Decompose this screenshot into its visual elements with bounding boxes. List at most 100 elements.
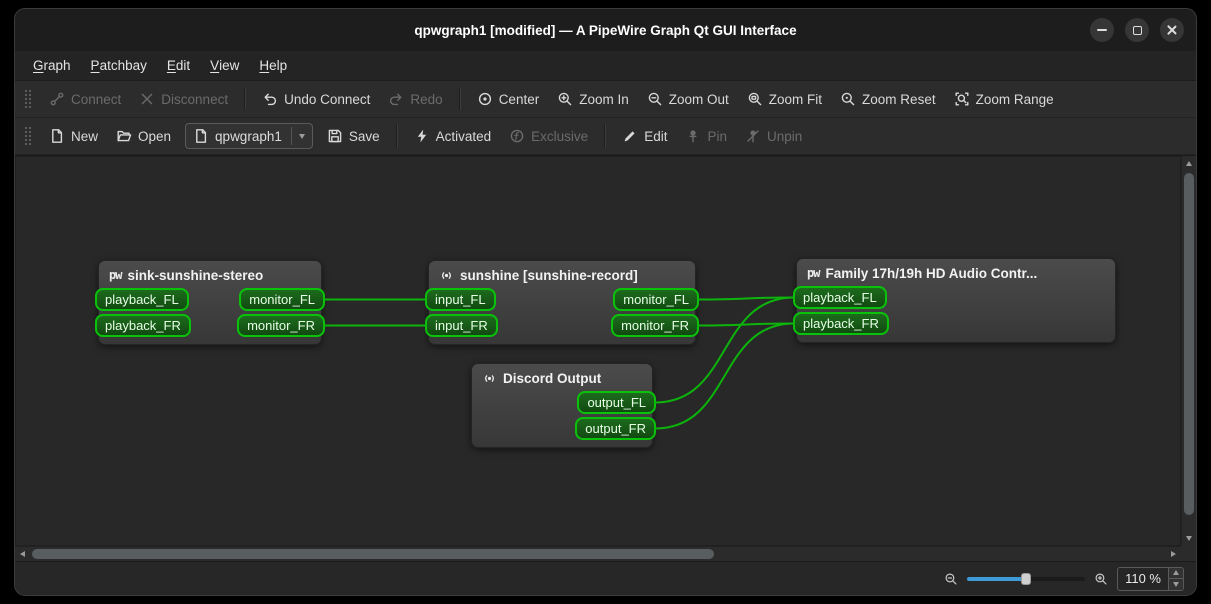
- node-header: pwFamily 17h/19h HD Audio Contr...: [797, 259, 1115, 286]
- wire-sunshine.monitor_FL-to-family-hd-audio.playback_FL[interactable]: [698, 298, 794, 300]
- maximize-button[interactable]: [1125, 18, 1149, 42]
- window-title: qpwgraph1 [modified] — A PipeWire Graph …: [414, 23, 796, 38]
- file-toolbar: NewOpenqpwgraph1SaveActivatedExclusiveEd…: [15, 118, 1196, 155]
- toolbar-button-save[interactable]: Save: [319, 123, 388, 149]
- port-playback_FL[interactable]: playback_FL: [793, 286, 887, 309]
- graph-canvas[interactable]: pwsink-sunshine-stereoplayback_FLplaybac…: [15, 156, 1181, 546]
- disconnect-icon: [139, 91, 155, 107]
- port-monitor_FL[interactable]: monitor_FL: [239, 288, 325, 311]
- unpin-icon: [745, 128, 761, 144]
- menu-bar: GraphPatchbayEditViewHelp: [15, 51, 1196, 81]
- zoom-slider-handle[interactable]: [1021, 573, 1031, 585]
- toolbar-button-label: Zoom Range: [976, 92, 1054, 107]
- port-playback_FL[interactable]: playback_FL: [95, 288, 189, 311]
- toolbar-button-zoom-range[interactable]: Zoom Range: [946, 86, 1062, 112]
- toolbar-button-redo: Redo: [380, 86, 450, 112]
- scroll-up-button[interactable]: [1182, 156, 1197, 171]
- toolbar-handle[interactable]: [24, 126, 32, 146]
- zoom-increment-button[interactable]: [1169, 568, 1183, 579]
- zoom-spinbox[interactable]: 110 %: [1117, 567, 1184, 591]
- zoom-in-icon: [557, 91, 573, 107]
- new-icon: [49, 128, 65, 144]
- port-output_FL[interactable]: output_FL: [577, 391, 656, 414]
- node-header: sunshine [sunshine-record]: [429, 261, 695, 288]
- toolbar-button-center[interactable]: Center: [469, 86, 548, 112]
- toolbar-button-unpin: Unpin: [737, 123, 810, 149]
- toolbar-button-zoom-in[interactable]: Zoom In: [549, 86, 637, 112]
- doc-icon: [193, 128, 209, 144]
- triangle-down-icon: [1186, 536, 1192, 541]
- port-input_FR[interactable]: input_FR: [425, 314, 498, 337]
- port-playback_FR[interactable]: playback_FR: [95, 314, 191, 337]
- close-icon: [1166, 24, 1178, 36]
- toolbar-button-label: Connect: [71, 92, 121, 107]
- menu-patchbay[interactable]: Patchbay: [81, 51, 157, 80]
- scroll-right-button[interactable]: [1166, 547, 1181, 562]
- scroll-left-button[interactable]: [15, 547, 30, 562]
- minimize-button[interactable]: [1090, 18, 1114, 42]
- graph-toolbar: Connect Disconnect Undo ConnectRedo Center Z…: [15, 81, 1196, 118]
- menu-help[interactable]: Help: [249, 51, 297, 80]
- toolbar-button-disconnect: Disconnect: [131, 86, 236, 112]
- zoom-value: 110 %: [1118, 568, 1168, 590]
- toolbar-button-label: New: [71, 129, 98, 144]
- port-input_FL[interactable]: input_FL: [425, 288, 496, 311]
- port-monitor_FR[interactable]: monitor_FR: [237, 314, 325, 337]
- toolbar-button-label: Pin: [707, 129, 727, 144]
- node-discord-output[interactable]: Discord Outputoutput_FLoutput_FR: [471, 363, 653, 448]
- connect-icon: [49, 91, 65, 107]
- toolbar-button-label: Unpin: [767, 129, 802, 144]
- scroll-down-button[interactable]: [1182, 531, 1197, 546]
- zoom-in-icon[interactable]: [1094, 572, 1108, 586]
- toolbar-button-open[interactable]: Open: [108, 123, 179, 149]
- port-output_FR[interactable]: output_FR: [575, 417, 656, 440]
- toolbar-button-new[interactable]: New: [41, 123, 106, 149]
- toolbar-handle[interactable]: [24, 89, 32, 109]
- toolbar-button-label: Save: [349, 129, 380, 144]
- toolbar-separator: [459, 88, 461, 110]
- port-monitor_FL[interactable]: monitor_FL: [613, 288, 699, 311]
- center-icon: [477, 91, 493, 107]
- zoom-slider[interactable]: [967, 571, 1085, 587]
- exclusive-icon: [509, 128, 525, 144]
- toolbar-button-zoom-fit[interactable]: Zoom Fit: [739, 86, 830, 112]
- zoom-decrement-button[interactable]: [1169, 578, 1183, 590]
- edit-icon: [622, 128, 638, 144]
- node-family-hd-audio[interactable]: pwFamily 17h/19h HD Audio Contr...playba…: [796, 258, 1116, 343]
- menu-view[interactable]: View: [200, 51, 249, 80]
- chevron-down-icon: [291, 127, 305, 145]
- close-button[interactable]: [1160, 18, 1184, 42]
- toolbar-button-zoom-reset[interactable]: Zoom Reset: [832, 86, 944, 112]
- toolbar-button-edit[interactable]: Edit: [614, 123, 675, 149]
- toolbar-button-label: Zoom Fit: [769, 92, 822, 107]
- port-playback_FR[interactable]: playback_FR: [793, 312, 889, 335]
- node-sink-sunshine-stereo[interactable]: pwsink-sunshine-stereoplayback_FLplaybac…: [98, 260, 322, 345]
- zoom-out-icon: [647, 91, 663, 107]
- toolbar-button-label: Center: [499, 92, 540, 107]
- menu-graph[interactable]: Graph: [23, 51, 81, 80]
- patchbay-file-combobox[interactable]: qpwgraph1: [185, 123, 313, 149]
- window-controls: [1090, 18, 1184, 42]
- pin-icon: [685, 128, 701, 144]
- node-sunshine[interactable]: sunshine [sunshine-record] input_FL input_…: [428, 260, 696, 345]
- node-title: sunshine [sunshine-record]: [460, 268, 638, 283]
- vertical-scrollbar-thumb[interactable]: [1184, 173, 1194, 515]
- toolbar-button-label: Zoom Reset: [862, 92, 936, 107]
- zoom-out-icon[interactable]: [944, 572, 958, 586]
- vertical-scrollbar: [1181, 156, 1196, 546]
- wire-sunshine.monitor_FR-to-family-hd-audio.playback_FR[interactable]: [698, 324, 794, 326]
- menu-edit[interactable]: Edit: [157, 51, 200, 80]
- activated-icon: [414, 128, 430, 144]
- minimize-icon: [1097, 29, 1107, 31]
- port-monitor_FR[interactable]: monitor_FR: [611, 314, 699, 337]
- triangle-left-icon: [20, 551, 25, 557]
- toolbar-button-undo-connect[interactable]: Undo Connect: [254, 86, 378, 112]
- toolbar-button-activated[interactable]: Activated: [406, 123, 500, 149]
- vertical-scrollbar-track: [1182, 171, 1196, 531]
- horizontal-scrollbar-thumb[interactable]: [32, 549, 714, 559]
- toolbar-button-zoom-out[interactable]: Zoom Out: [639, 86, 737, 112]
- monitor-icon: [482, 371, 497, 386]
- undo-icon: [262, 91, 278, 107]
- toolbar-button-connect: Connect: [41, 86, 129, 112]
- open-icon: [116, 128, 132, 144]
